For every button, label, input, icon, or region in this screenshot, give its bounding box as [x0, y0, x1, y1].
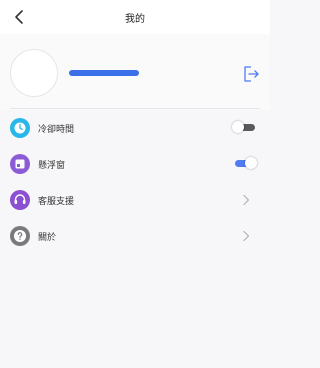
avatar[interactable]	[10, 49, 58, 97]
menu-item-label: 客服支援	[38, 197, 75, 207]
cooldown-toggle[interactable]	[232, 121, 255, 133]
menu-item-label: 關於	[38, 233, 57, 243]
menu-item-label: 冷卻時間	[38, 125, 75, 135]
profile-section	[0, 34, 270, 110]
clock-icon	[10, 118, 30, 138]
logout-icon[interactable]	[242, 65, 260, 83]
divider	[10, 108, 260, 109]
settings-list: 冷卻時間 懸浮窗 客服支援 關於	[0, 110, 270, 254]
page-title: 我的	[125, 14, 145, 25]
question-icon	[10, 226, 30, 246]
window-icon	[10, 154, 30, 174]
top-nav-bar: 我的	[0, 0, 270, 34]
headset-icon	[10, 190, 30, 210]
menu-item-support[interactable]: 客服支援	[0, 182, 270, 218]
redacted-username	[69, 70, 139, 76]
menu-item-label: 懸浮窗	[38, 161, 66, 171]
chevron-right-icon	[243, 230, 250, 242]
floating-window-toggle[interactable]	[233, 157, 257, 169]
menu-item-cooldown[interactable]: 冷卻時間	[0, 110, 270, 146]
menu-item-floating-window[interactable]: 懸浮窗	[0, 146, 270, 182]
chevron-right-icon	[243, 194, 250, 206]
menu-item-about[interactable]: 關於	[0, 218, 270, 254]
